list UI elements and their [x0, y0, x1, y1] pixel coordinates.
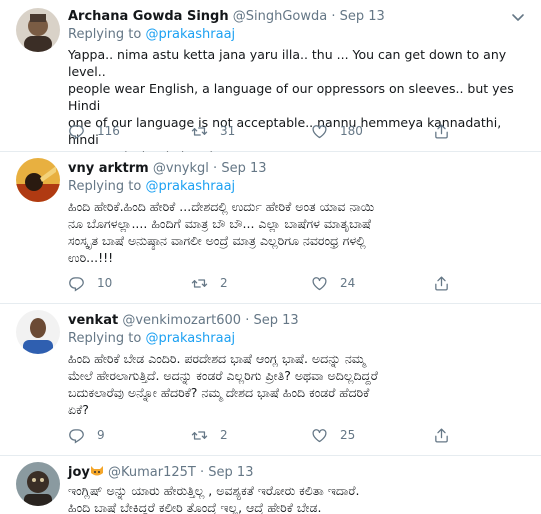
separator-dot: · — [213, 161, 218, 176]
avatar-image — [16, 462, 60, 506]
retweet-icon — [191, 126, 208, 136]
avatar-image — [16, 8, 60, 52]
replying-to: Replying to @prakashraaj — [68, 178, 235, 196]
separator-dot: · — [331, 9, 336, 24]
reply-button[interactable]: 9 — [68, 426, 105, 444]
mention-link[interactable]: @prakashraaj — [145, 331, 235, 346]
tweet-text: ಹಿಂದಿ ಹೇರಿಕೆ.ಹಿಂದಿ ಹೇರಿಕೆ ...ದೇಶದಲ್ಲಿ ಉರ… — [68, 198, 527, 266]
tweet-header: Archana Gowda Singh @SinghGowda · Sep 13 — [68, 8, 501, 26]
tweet-text-line: ಹಿಂದಿ ಹೇರಿಕೆ.ಹಿಂದಿ ಹೇರಿಕೆ ...ದೇಶದಲ್ಲಿ ಉರ… — [68, 199, 375, 214]
tweet-text-line: ಏಕೆ? — [68, 402, 89, 417]
avatar[interactable] — [16, 462, 60, 506]
tweet-header: vny arktrm @vnykgl · Sep 13 — [68, 160, 501, 178]
separator-dot: · — [200, 465, 205, 480]
retweet-button[interactable]: 2 — [191, 274, 228, 292]
share-button[interactable] — [433, 122, 450, 140]
tweet-1[interactable]: Archana Gowda Singh @SinghGowda · Sep 13… — [0, 0, 541, 164]
share-button[interactable] — [433, 274, 450, 292]
tweet-date[interactable]: Sep 13 — [340, 9, 385, 24]
replying-prefix: Replying to — [68, 331, 142, 346]
like-icon — [312, 428, 327, 442]
like-button[interactable]: 180 — [311, 122, 363, 140]
tweet-date[interactable]: Sep 13 — [253, 313, 298, 328]
cat-face-emoji-icon — [90, 466, 103, 476]
retweet-icon — [191, 430, 208, 440]
share-icon — [435, 123, 448, 139]
tweet-text: Yappa.. nima astu ketta jana yaru illa..… — [68, 46, 527, 165]
replying-to: Replying to @prakashraaj — [68, 26, 235, 44]
tweet-text-line: ಬದುಕಲಾರೆವು ಅನ್ನೋ ಹೆದರಿಕೆ? ನಮ್ಮ ದೇಶದ ಭಾಷೆ… — [68, 385, 370, 400]
tweet-date[interactable]: Sep 13 — [221, 161, 266, 176]
share-icon — [435, 275, 448, 291]
mention-link[interactable]: @prakashraaj — [145, 27, 235, 42]
avatar[interactable] — [16, 8, 60, 52]
tweet-4[interactable]: joy @Kumar125T · Sep 13 ಇಂಗ್ಲಿಷ್ ಅನ್ನು ಯ… — [0, 456, 541, 514]
avatar[interactable] — [16, 310, 60, 354]
reply-icon — [69, 428, 84, 444]
user-handle[interactable]: @SinghGowda — [233, 9, 327, 24]
reply-button[interactable]: 116 — [68, 122, 120, 140]
reply-count: 116 — [97, 124, 120, 138]
like-icon — [312, 276, 327, 290]
tweet-2[interactable]: vny arktrm @vnykgl · Sep 13 Replying to … — [0, 152, 541, 304]
tweet-text-line: ಇಂಗ್ಲಿಷ್ ಅನ್ನು ಯಾರು ಹೇರುತ್ತಿಲ್ಲ , ಅವಶ್ಯಕ… — [68, 483, 360, 498]
separator-dot: · — [245, 313, 250, 328]
mention-link[interactable]: @prakashraaj — [145, 179, 235, 194]
tweet-text-line: ಹಿಂದಿ ಬಾಷೆ ಬೇಕಿದ್ದರೆ ಕಲೀರಿ ತೊಂದ್ರೆ ಇಲ್ಲ,… — [68, 500, 322, 514]
reply-count: 9 — [97, 428, 105, 442]
user-handle[interactable]: @Kumar125T — [108, 465, 196, 480]
tweet-text: ಹಿಂದಿ ಹೇರಿಕೆ ಬೇಡ ಎಂದಿರಿ. ಪರದೇಶದ ಭಾಷೆ ಆಂಗ… — [68, 350, 527, 418]
retweet-count: 2 — [220, 428, 228, 442]
tweet-text-line: ನೂ ಬೊಗಳಲ್ಲಾ.... ಹಿಂದಿಗೆ ಮಾತ್ರ ಬೌ ಬೌ... ಎ… — [68, 216, 372, 231]
reply-button[interactable]: 10 — [68, 274, 112, 292]
tweet-header: joy @Kumar125T · Sep 13 — [68, 464, 501, 482]
avatar[interactable] — [16, 158, 60, 202]
tweet-actions: 9 2 25 — [68, 426, 488, 444]
display-name[interactable]: Archana Gowda Singh — [68, 9, 229, 24]
retweet-count: 31 — [220, 124, 236, 138]
display-name[interactable]: venkat — [68, 313, 118, 328]
share-icon — [435, 427, 448, 443]
tweet-text-line: ಮೇಲೆ ಹೇರಲಾಗುತ್ತಿದೆ. ಅದನ್ನು ಕಂಡರೆ ಎಲ್ಲರಿಗ… — [68, 368, 378, 383]
avatar-image — [16, 310, 60, 354]
reply-icon — [69, 124, 84, 140]
like-button[interactable]: 24 — [311, 274, 355, 292]
tweet-header: venkat @venkimozart600 · Sep 13 — [68, 312, 501, 330]
retweet-button[interactable]: 31 — [191, 122, 235, 140]
tweet-text-line: ಉರಿ...!!! — [68, 250, 114, 265]
retweet-count: 2 — [220, 276, 228, 290]
reply-count: 10 — [97, 276, 113, 290]
like-count: 24 — [340, 276, 356, 290]
tweet-date[interactable]: Sep 13 — [208, 465, 253, 480]
retweet-icon — [191, 278, 208, 288]
tweet-actions: 10 2 24 — [68, 274, 488, 292]
like-button[interactable]: 25 — [311, 426, 355, 444]
avatar-image — [16, 158, 60, 202]
tweet-actions: 116 31 180 — [68, 122, 488, 140]
reply-icon — [69, 276, 84, 292]
tweet-text-line: ಹಿಂದಿ ಹೇರಿಕೆ ಬೇಡ ಎಂದಿರಿ. ಪರದೇಶದ ಭಾಷೆ ಆಂಗ… — [68, 351, 366, 366]
display-name[interactable]: vny arktrm — [68, 161, 149, 176]
tweet-text-line: Yappa.. nima astu ketta jana yaru illa..… — [68, 47, 507, 79]
share-button[interactable] — [433, 426, 450, 444]
tweet-3[interactable]: venkat @venkimozart600 · Sep 13 Replying… — [0, 304, 541, 456]
replying-prefix: Replying to — [68, 179, 142, 194]
like-count: 25 — [340, 428, 356, 442]
display-name[interactable]: joy — [68, 465, 90, 480]
retweet-button[interactable]: 2 — [191, 426, 228, 444]
user-handle[interactable]: @vnykgl — [153, 161, 209, 176]
replying-prefix: Replying to — [68, 27, 142, 42]
caret-down-icon[interactable] — [509, 8, 527, 26]
like-count: 180 — [340, 124, 363, 138]
replying-to: Replying to @prakashraaj — [68, 330, 235, 348]
like-icon — [312, 124, 327, 138]
tweet-text: ಇಂಗ್ಲಿಷ್ ಅನ್ನು ಯಾರು ಹೇರುತ್ತಿಲ್ಲ , ಅವಶ್ಯಕ… — [68, 482, 527, 514]
user-handle[interactable]: @venkimozart600 — [122, 313, 241, 328]
tweet-text-line: people wear English, a language of our o… — [68, 81, 514, 113]
tweet-text-line: ಸಂಸ್ಕೃತ ಬಾಷೆ ಅನುಷ್ಠಾನ ವಾಗಲೀ ಅಂದ್ರೆ ಮಾತ್ರ… — [68, 233, 366, 248]
